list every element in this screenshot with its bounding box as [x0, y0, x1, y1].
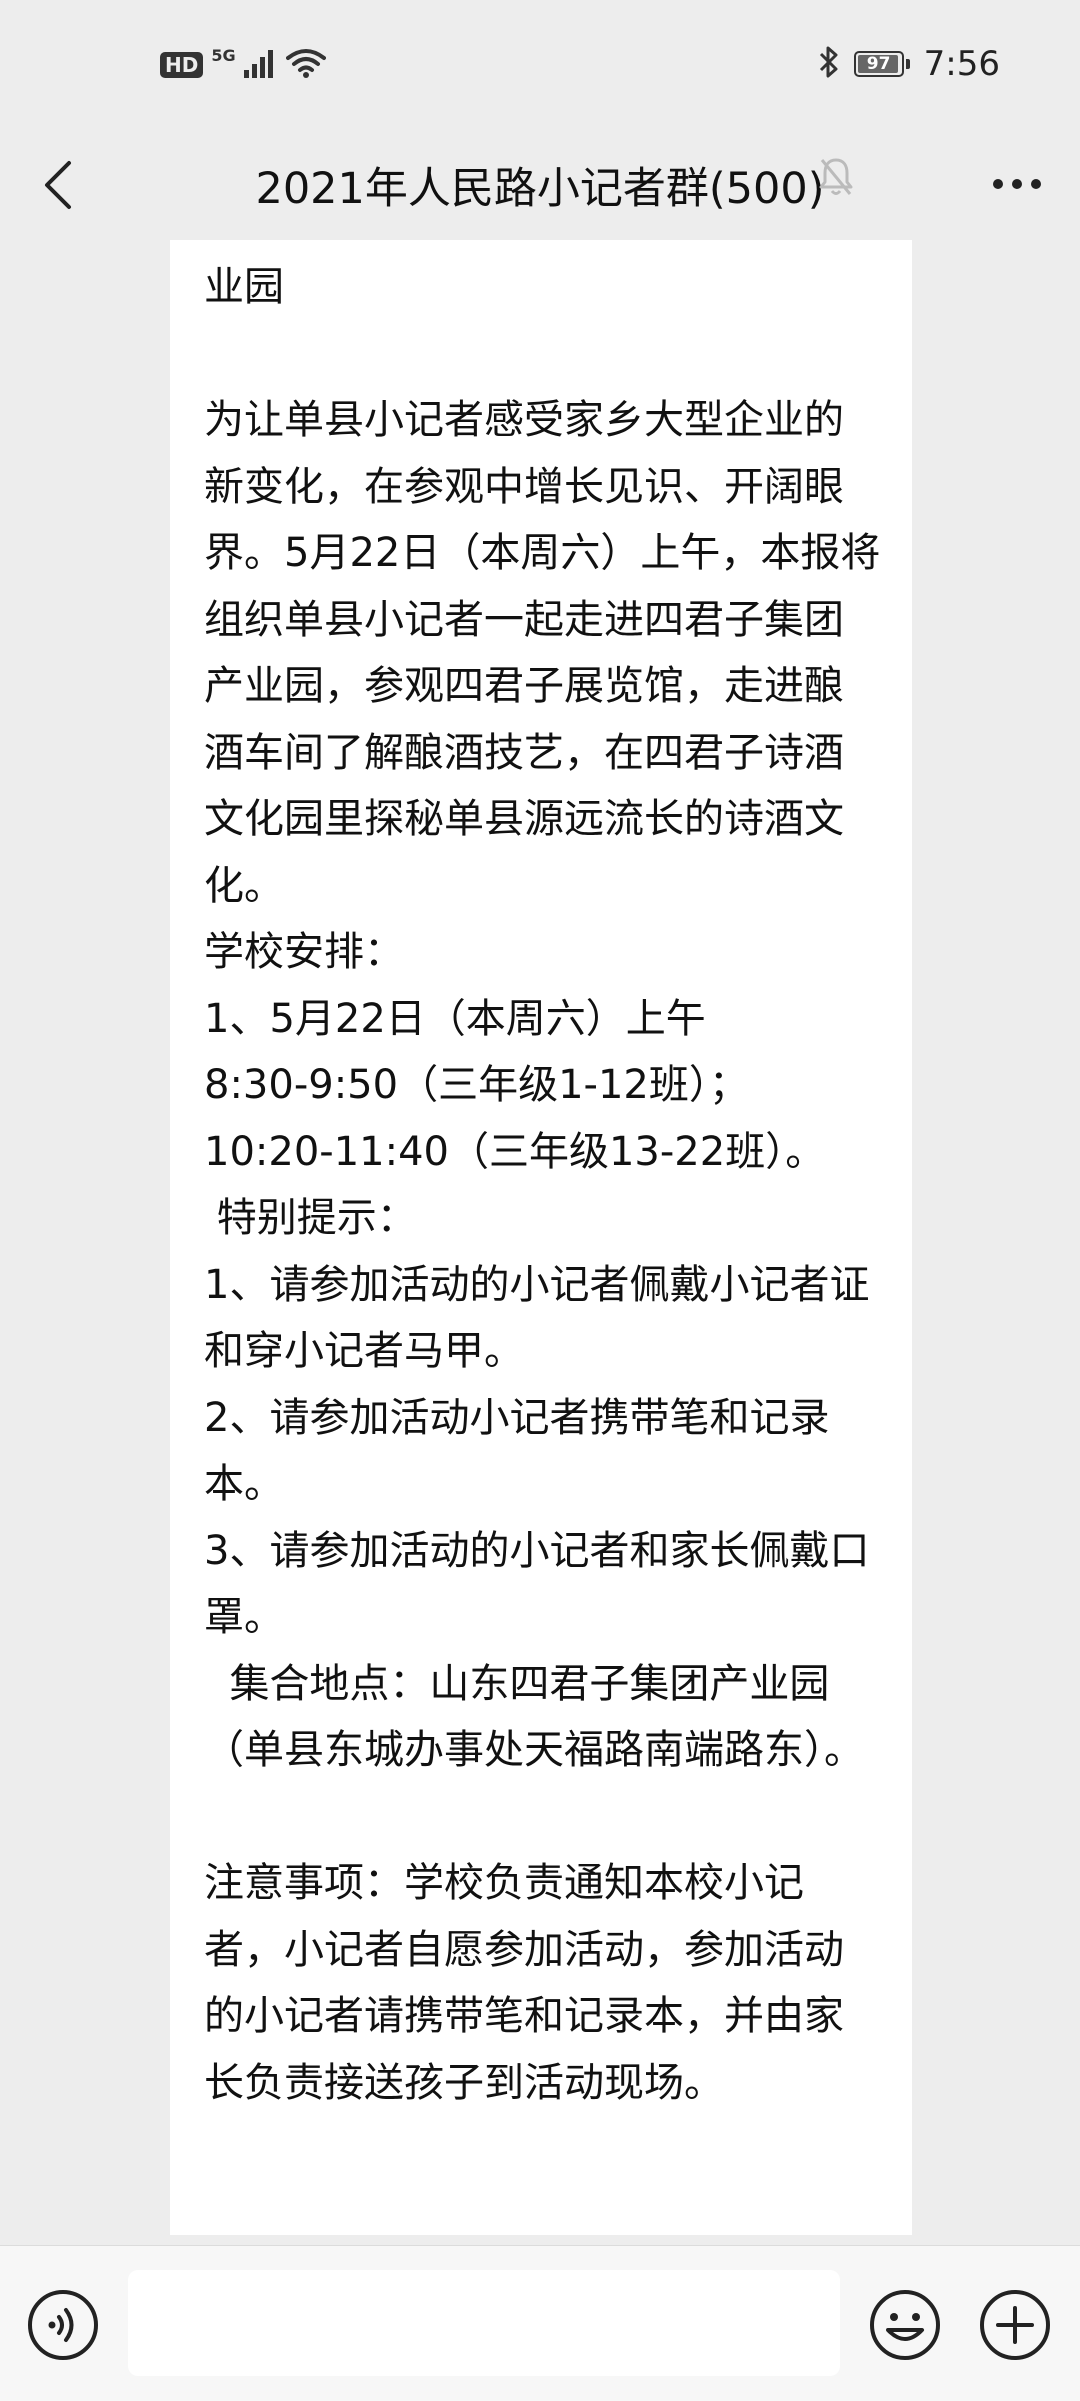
- chat-header: 2021年人民路小记者群(500): [0, 130, 1080, 240]
- plus-icon: [980, 2290, 1050, 2360]
- plus-button[interactable]: [978, 2288, 1052, 2362]
- message-input[interactable]: [128, 2270, 840, 2376]
- chat-title: 2021年人民路小记者群(500): [255, 164, 825, 214]
- more-dots-icon: [993, 179, 1041, 189]
- message-text: 业园 为让单县小记者感受家乡大型企业的新变化，在参观中增长见识、开阔眼界。5月2…: [204, 264, 881, 2106]
- message-bubble[interactable]: 业园 为让单县小记者感受家乡大型企业的新变化，在参观中增长见识、开阔眼界。5月2…: [170, 240, 912, 2235]
- battery-icon: 97: [853, 51, 904, 77]
- status-right: 97 7:56: [818, 44, 1000, 84]
- mute-bell-icon: [818, 156, 854, 202]
- wifi-icon: [285, 48, 326, 82]
- voice-button[interactable]: [26, 2288, 100, 2362]
- status-bar: HD 5G 97 7:56: [0, 0, 1080, 130]
- battery-level: 97: [866, 54, 891, 74]
- status-left: HD 5G: [160, 45, 326, 82]
- signal-icon: [243, 48, 278, 82]
- emoji-icon: [870, 2290, 940, 2360]
- voice-icon: [28, 2290, 98, 2360]
- more-button[interactable]: [982, 156, 1052, 212]
- bluetooth-icon: [818, 45, 840, 83]
- battery-tip: [905, 59, 910, 69]
- hd-badge: HD: [160, 52, 204, 78]
- input-bar: [0, 2245, 1080, 2401]
- emoji-button[interactable]: [868, 2288, 942, 2362]
- clock-time: 7:56: [923, 44, 1000, 84]
- network-type-label: 5G: [211, 45, 236, 65]
